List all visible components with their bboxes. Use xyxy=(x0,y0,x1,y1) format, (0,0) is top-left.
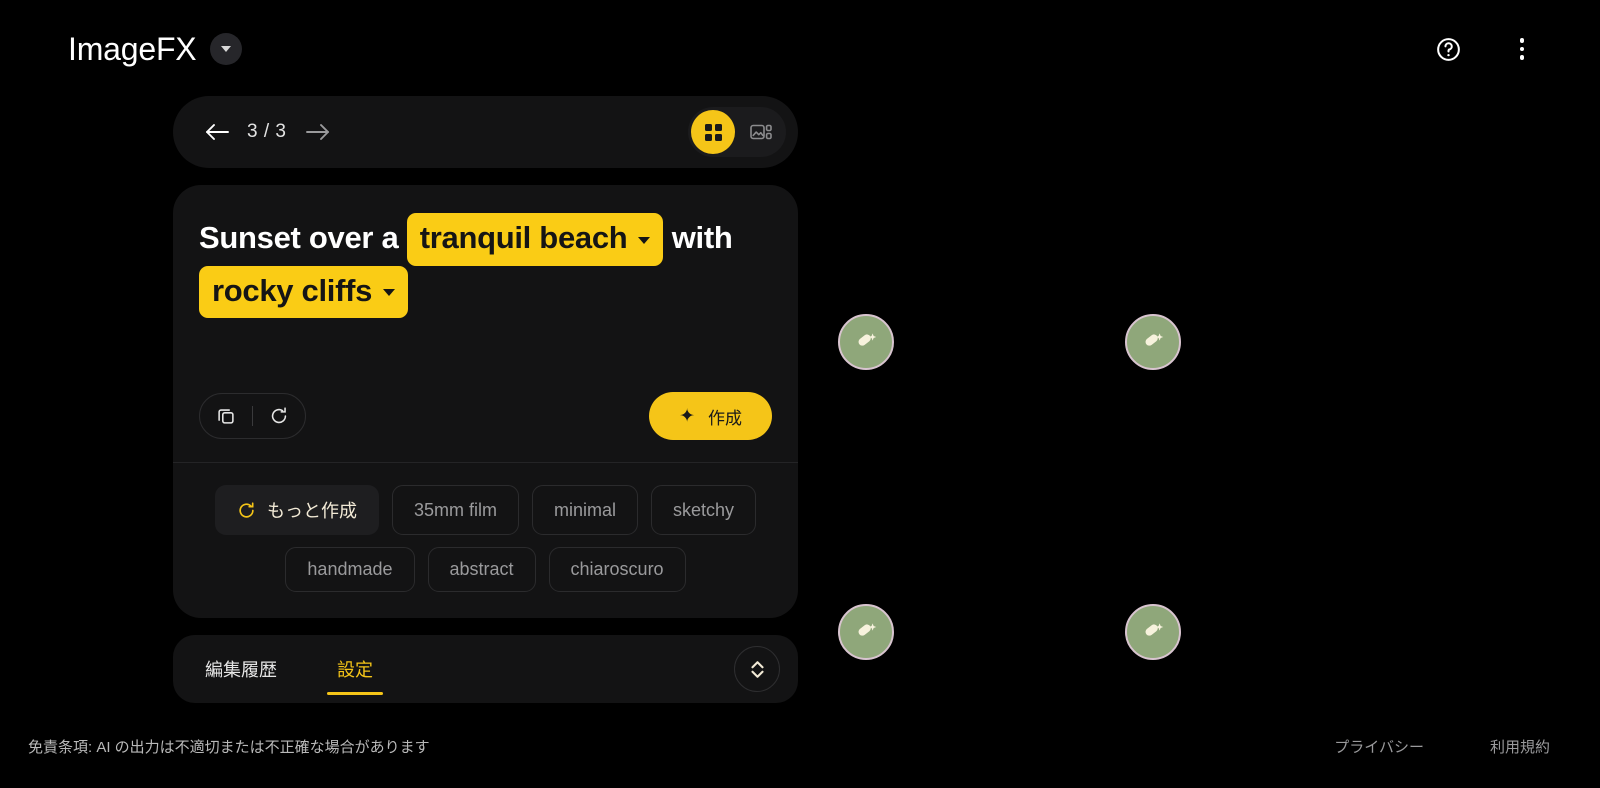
view-mode-toggle xyxy=(688,107,786,157)
suggestion-chips: もっと作成 35mm film minimal sketchy handmade… xyxy=(199,463,772,618)
magic-wand-icon[interactable] xyxy=(838,604,894,660)
chip-more-create[interactable]: もっと作成 xyxy=(214,485,379,535)
tab-edit-history[interactable]: 編集履歴 xyxy=(199,635,283,703)
prompt-chip-tranquil-beach[interactable]: tranquil beach xyxy=(406,213,664,266)
suggestion-row: handmade abstract chiaroscuro xyxy=(211,547,760,592)
terms-link[interactable]: 利用規約 xyxy=(1490,736,1550,757)
sparkle-icon: ✦ xyxy=(679,405,695,427)
privacy-link[interactable]: プライバシー xyxy=(1334,736,1424,757)
result-image-1[interactable] xyxy=(828,96,1109,380)
prompt-chip-label: tranquil beach xyxy=(419,220,628,255)
prompt-static-1: Sunset over a xyxy=(199,220,399,255)
magic-wand-icon[interactable] xyxy=(1125,314,1181,370)
prompt-card: Sunset over a tranquil beach with rocky … xyxy=(173,185,798,618)
magic-wand-icon[interactable] xyxy=(1125,604,1181,660)
prompt-static-2: with xyxy=(671,220,733,255)
prompt-text[interactable]: Sunset over a tranquil beach with rocky … xyxy=(199,213,772,318)
prompt-action-row: ✦ 作成 xyxy=(199,392,772,462)
chip-abstract[interactable]: abstract xyxy=(427,547,536,592)
suggestion-row: もっと作成 35mm film minimal sketchy xyxy=(211,485,760,535)
grid-4-icon[interactable] xyxy=(691,110,735,154)
chevron-down-icon xyxy=(638,236,651,244)
divider xyxy=(252,406,253,426)
chip-label: もっと作成 xyxy=(266,501,357,521)
tab-settings[interactable]: 設定 xyxy=(327,635,383,703)
more-vertical-icon[interactable] xyxy=(1502,29,1542,69)
chip-minimal[interactable]: minimal xyxy=(531,485,638,535)
help-circle-icon[interactable] xyxy=(1428,29,1468,69)
left-panel: 3 / 3 Sunset over a tranquil beach with … xyxy=(173,96,798,703)
magic-wand-icon[interactable] xyxy=(838,314,894,370)
result-navigation-bar: 3 / 3 xyxy=(173,96,798,168)
create-button-label: 作成 xyxy=(708,408,742,428)
result-image-4[interactable] xyxy=(1115,386,1396,670)
copy-icon[interactable] xyxy=(206,396,246,436)
bottom-tabs-bar: 編集履歴 設定 xyxy=(173,635,798,703)
chip-chiaroscuro[interactable]: chiaroscuro xyxy=(548,547,686,592)
chip-handmade[interactable]: handmade xyxy=(285,547,415,592)
imagefx-app: ImageFX 3 / 3 Sunset over a tranquil bea… xyxy=(0,0,1600,788)
chip-sketchy[interactable]: sketchy xyxy=(651,485,757,535)
chevron-down-icon[interactable] xyxy=(210,33,243,65)
image-results-grid xyxy=(828,96,1396,670)
prompt-tools xyxy=(199,393,306,439)
disclaimer-text: 免責条項: AI の出力は不適切または不正確な場合があります xyxy=(28,738,430,756)
result-counter: 3 / 3 xyxy=(247,121,287,142)
arrow-left-icon[interactable] xyxy=(197,112,237,152)
arrow-right-icon[interactable] xyxy=(298,112,338,152)
chevron-down-icon xyxy=(383,289,396,297)
result-image-3[interactable] xyxy=(828,386,1109,670)
refresh-icon[interactable] xyxy=(259,396,299,436)
top-bar: ImageFX xyxy=(0,0,1600,98)
expand-vertical-icon[interactable] xyxy=(734,646,780,692)
prompt-chip-rocky-cliffs[interactable]: rocky cliffs xyxy=(199,265,409,318)
page-title: ImageFX xyxy=(68,30,197,67)
footer-links: プライバシー 利用規約 xyxy=(1334,736,1550,757)
prompt-chip-label: rocky cliffs xyxy=(212,272,373,308)
footer: 免責条項: AI の出力は不適切または不正確な場合があります プライバシー 利用… xyxy=(0,704,1600,788)
chip-35mm-film[interactable]: 35mm film xyxy=(391,485,519,535)
result-image-2[interactable] xyxy=(1115,96,1396,380)
create-button[interactable]: ✦ 作成 xyxy=(649,392,772,440)
top-bar-actions xyxy=(1428,29,1542,69)
image-detail-icon[interactable] xyxy=(739,110,783,154)
brand: ImageFX xyxy=(68,30,243,68)
